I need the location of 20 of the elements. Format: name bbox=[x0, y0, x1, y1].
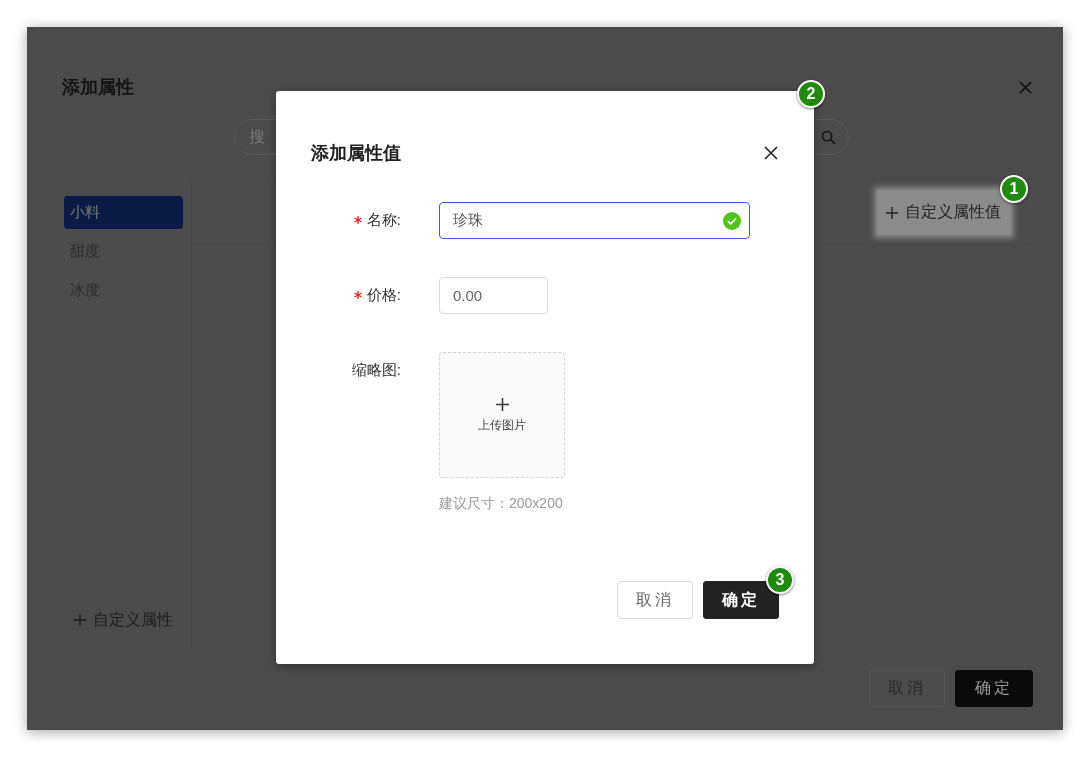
confirm-button[interactable]: 确定 bbox=[955, 670, 1033, 707]
plus-icon bbox=[73, 613, 87, 627]
category-item[interactable]: 小料 bbox=[64, 196, 183, 229]
size-hint: 建议尺寸：200x200 bbox=[439, 495, 564, 513]
callout-badge: 1 bbox=[1000, 175, 1028, 203]
input-field[interactable]: 珍珠 bbox=[439, 202, 750, 239]
close-icon[interactable] bbox=[763, 145, 779, 161]
plus-icon bbox=[494, 396, 510, 412]
plus-icon bbox=[885, 205, 899, 220]
search-icon bbox=[820, 129, 836, 145]
callout-badge: 3 bbox=[766, 566, 794, 594]
cancel-button[interactable]: 取消 bbox=[617, 581, 693, 619]
field-label: 价格: bbox=[366, 285, 401, 305]
field-label: 名称: bbox=[366, 210, 401, 230]
add-value-button[interactable]: 自定义属性值 bbox=[877, 190, 1011, 235]
input-field[interactable]: 0.00 bbox=[439, 277, 548, 314]
check-icon bbox=[723, 211, 741, 230]
field-label: 缩略图: bbox=[351, 360, 401, 380]
dialog-title: 添加属性值 bbox=[311, 142, 401, 165]
upload-area[interactable]: 上传图片 bbox=[439, 352, 565, 478]
